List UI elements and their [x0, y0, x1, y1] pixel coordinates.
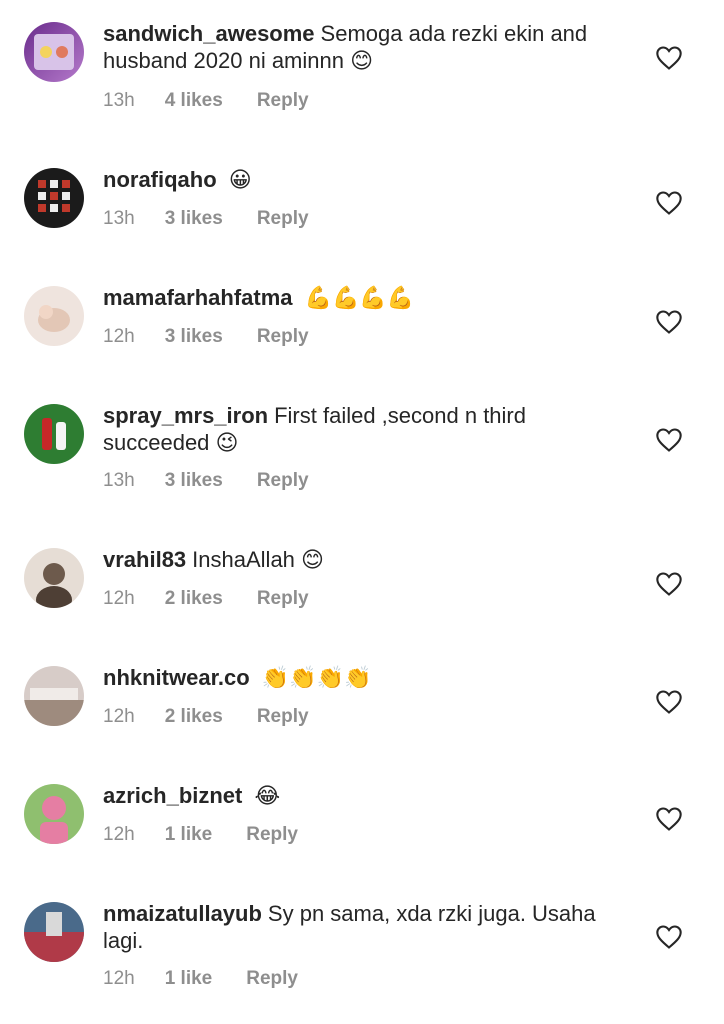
likes-count[interactable]: 1 like	[165, 824, 213, 845]
avatar-image	[38, 305, 70, 332]
comment-row: azrich_biznet 😂 12h 1 like Reply	[0, 760, 724, 880]
comment-meta: 13h 3 likes Reply	[103, 470, 343, 492]
comment-row: norafiqaho 😀 13h 3 likes Reply	[0, 140, 724, 260]
reply-button[interactable]: Reply	[257, 470, 309, 491]
likes-count[interactable]: 4 likes	[165, 90, 223, 111]
avatar[interactable]	[24, 404, 84, 464]
avatar[interactable]	[24, 784, 84, 844]
heart-outline-icon[interactable]	[655, 571, 683, 597]
comment-emoji: 😊	[350, 49, 374, 74]
likes-count[interactable]: 2 likes	[165, 706, 223, 727]
comment-emoji: 😀	[228, 168, 252, 193]
timestamp: 12h	[103, 824, 135, 845]
heart-outline-icon[interactable]	[655, 806, 683, 832]
avatar[interactable]	[24, 548, 84, 608]
timestamp: 12h	[103, 588, 135, 609]
reply-button[interactable]: Reply	[257, 326, 309, 347]
likes-count[interactable]: 3 likes	[165, 470, 223, 491]
avatar[interactable]	[24, 666, 84, 726]
username[interactable]: sandwich_awesome	[103, 21, 315, 46]
heart-outline-icon[interactable]	[655, 427, 683, 453]
avatar-image	[34, 34, 74, 70]
comment-meta: 12h 3 likes Reply	[103, 326, 343, 348]
avatar-image	[42, 418, 66, 450]
reply-button[interactable]: Reply	[246, 968, 298, 989]
reply-button[interactable]: Reply	[246, 824, 298, 845]
comment-row: nmaizatullayub Sy pn sama, xda rzki juga.…	[0, 880, 724, 1024]
reply-button[interactable]: Reply	[257, 706, 309, 727]
avatar-image	[40, 796, 68, 844]
comment-meta: 13h 4 likes Reply	[103, 90, 343, 112]
comment-text: InshaAllah	[192, 547, 295, 572]
reply-button[interactable]: Reply	[257, 588, 309, 609]
username[interactable]: norafiqaho	[103, 167, 217, 192]
timestamp: 12h	[103, 968, 135, 989]
comment-row: spray_mrs_iron First failed ,second n thi…	[0, 380, 724, 520]
avatar-image	[38, 180, 70, 212]
comment-meta: 12h 1 like Reply	[103, 968, 332, 990]
comment-emoji: 👏👏👏👏	[261, 666, 372, 691]
comment-emoji: 💪💪💪💪	[304, 286, 415, 311]
username[interactable]: spray_mrs_iron	[103, 403, 268, 428]
heart-outline-icon[interactable]	[655, 689, 683, 715]
comment-emoji: 😂	[254, 784, 281, 809]
heart-outline-icon[interactable]	[655, 924, 683, 950]
username[interactable]: nmaizatullayub	[103, 901, 262, 926]
comment-row: vrahil83 InshaAllah 😊 12h 2 likes Reply	[0, 520, 724, 640]
username[interactable]: mamafarhahfatma	[103, 285, 293, 310]
reply-button[interactable]: Reply	[257, 208, 309, 229]
timestamp: 13h	[103, 470, 135, 491]
timestamp: 13h	[103, 90, 135, 111]
comment-meta: 12h 2 likes Reply	[103, 588, 343, 610]
comment-row: mamafarhahfatma 💪💪💪💪 12h 3 likes Reply	[0, 260, 724, 380]
comment-row: sandwich_awesome Semoga ada rezki ekin an…	[0, 0, 724, 140]
comment-row: nhknitwear.co 👏👏👏👏 12h 2 likes Reply	[0, 640, 724, 760]
likes-count[interactable]: 3 likes	[165, 326, 223, 347]
username[interactable]: nhknitwear.co	[103, 665, 250, 690]
comment-meta: 12h 2 likes Reply	[103, 706, 343, 728]
comment-emoji: 😊	[301, 548, 324, 573]
avatar[interactable]	[24, 902, 84, 962]
avatar-image	[24, 688, 84, 726]
likes-count[interactable]: 3 likes	[165, 208, 223, 229]
avatar[interactable]	[24, 22, 84, 82]
comment-meta: 12h 1 like Reply	[103, 824, 332, 846]
avatar[interactable]	[24, 168, 84, 228]
username[interactable]: azrich_biznet	[103, 783, 242, 808]
heart-outline-icon[interactable]	[655, 45, 683, 71]
username[interactable]: vrahil83	[103, 547, 186, 572]
comment-meta: 13h 3 likes Reply	[103, 208, 343, 230]
reply-button[interactable]: Reply	[257, 90, 309, 111]
avatar-image	[36, 563, 72, 608]
timestamp: 12h	[103, 706, 135, 727]
avatar-image	[24, 912, 84, 962]
timestamp: 12h	[103, 326, 135, 347]
heart-outline-icon[interactable]	[655, 309, 683, 335]
avatar[interactable]	[24, 286, 84, 346]
timestamp: 13h	[103, 208, 135, 229]
likes-count[interactable]: 2 likes	[165, 588, 223, 609]
comment-emoji: 😉	[215, 431, 239, 456]
likes-count[interactable]: 1 like	[165, 968, 213, 989]
heart-outline-icon[interactable]	[655, 190, 683, 216]
